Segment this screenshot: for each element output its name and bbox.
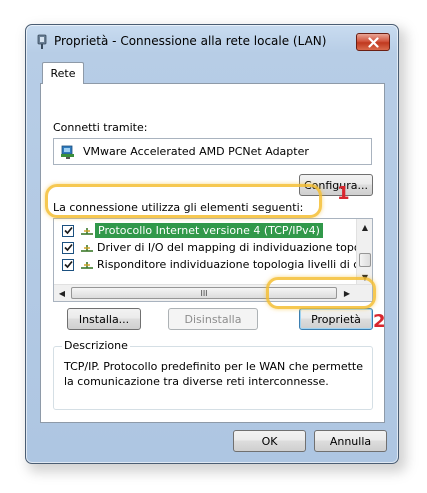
cancel-button[interactable]: Annulla — [314, 430, 387, 452]
scroll-up-icon[interactable]: ▲ — [357, 219, 372, 235]
uninstall-button: Disinstalla — [168, 308, 258, 330]
ok-button[interactable]: OK — [233, 430, 306, 452]
highlight-callout-1 — [45, 184, 322, 218]
item-label: Driver di I/O del mapping di individuazi… — [97, 241, 372, 254]
description-text: TCP/IP. Protocollo predefinito per le WA… — [64, 360, 363, 388]
list-item[interactable]: Risponditore individuazione topologia li… — [54, 256, 372, 273]
close-button[interactable] — [356, 33, 390, 51]
network-adapter-icon — [37, 34, 47, 49]
list-item[interactable]: Driver di I/O del mapping di individuazi… — [54, 239, 372, 256]
checkmark-icon — [63, 260, 73, 269]
close-icon — [367, 36, 379, 48]
connect-via-label: Connetti tramite: — [53, 121, 148, 134]
window-title: Proprietà - Connessione alla rete locale… — [54, 34, 327, 48]
checkmark-icon — [63, 226, 73, 235]
tab-rete[interactable]: Rete — [42, 62, 84, 84]
network-card-icon — [61, 145, 74, 159]
protocol-icon — [81, 244, 93, 252]
list-item[interactable]: Protocollo Internet versione 4 (TCP/IPv4… — [54, 222, 357, 239]
vertical-scrollbar[interactable]: ▲ ▼ — [356, 219, 372, 285]
item-label: Protocollo Internet versione 4 (TCP/IPv4… — [95, 223, 323, 238]
install-button[interactable]: Installa... — [67, 308, 141, 330]
description-group: Descrizione TCP/IP. Protocollo predefini… — [53, 339, 373, 410]
vertical-scroll-thumb[interactable] — [359, 253, 371, 267]
annotation-number-2: 2 — [373, 311, 386, 332]
adapter-name: VMware Accelerated AMD PCNet Adapter — [83, 145, 309, 158]
item-label: Risponditore individuazione topologia li… — [97, 258, 372, 271]
highlight-callout-2 — [266, 277, 376, 309]
tab-panel: Connetti tramite: VMware Accelerated AMD… — [40, 83, 385, 423]
protocol-icon — [81, 261, 93, 269]
item-checkbox[interactable] — [62, 258, 74, 271]
properties-button[interactable]: Proprietà — [299, 308, 373, 330]
item-checkbox[interactable] — [62, 224, 74, 237]
scroll-left-icon[interactable]: ◀ — [54, 285, 70, 301]
title-bar[interactable]: Proprietà - Connessione alla rete locale… — [26, 25, 398, 55]
adapter-field: VMware Accelerated AMD PCNet Adapter — [53, 138, 372, 165]
annotation-number-1: 1 — [337, 183, 350, 204]
item-checkbox[interactable] — [62, 241, 74, 254]
description-legend: Descrizione — [62, 339, 130, 352]
protocol-icon — [81, 227, 93, 235]
properties-dialog: Proprietà - Connessione alla rete locale… — [25, 24, 399, 464]
checkmark-icon — [63, 243, 73, 252]
